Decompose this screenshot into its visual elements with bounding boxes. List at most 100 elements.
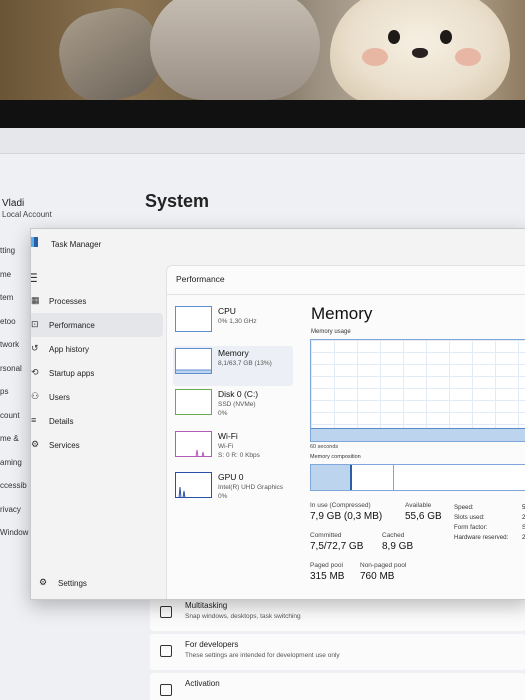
settings-gear-icon: ⚙: [39, 577, 48, 587]
monitor-bezel: [0, 100, 525, 130]
hamburger-menu-icon[interactable]: ☰: [31, 271, 38, 285]
nav-label: App history: [49, 345, 90, 354]
memory-usage-graph: [310, 339, 525, 442]
performance-panel: Performance CPU 0% 1,30 GHz Memory 8,1/6…: [166, 265, 525, 599]
nav-users[interactable]: ⚇ Users: [31, 385, 163, 409]
sidebar-item[interactable]: tem: [0, 293, 30, 317]
stat-label: Available: [405, 502, 432, 509]
kv-label: Form factor:: [454, 524, 488, 531]
stat-value: 7,5/72,7 GB: [310, 541, 364, 552]
sidebar-item[interactable]: me &: [0, 434, 30, 458]
resource-disk[interactable]: Disk 0 (C:) SSD (NVMe) 0%: [173, 387, 293, 427]
sidebar-item[interactable]: etoo: [0, 317, 30, 341]
processes-icon: ▦: [31, 295, 40, 305]
row-title: Activation: [185, 679, 220, 688]
row-title: For developers: [185, 640, 239, 649]
resource-detail: 0%: [218, 410, 228, 417]
page-title: System: [145, 191, 210, 211]
gpu-thumbnail-graph: [175, 472, 212, 498]
stat-cached: Cached 8,9 GB: [382, 532, 413, 552]
memory-usage-fill: [311, 427, 525, 441]
memory-header: Memory: [311, 304, 373, 323]
sidebar-item[interactable]: ps: [0, 387, 30, 411]
resource-name: CPU: [218, 306, 236, 316]
user-name: Vladi: [2, 198, 25, 209]
sidebar-item[interactable]: tting: [0, 246, 30, 270]
stat-available: Available 55,6 GB: [405, 502, 442, 522]
stat-value: 7,9 GB (0,3 MB): [310, 511, 383, 522]
resource-cpu[interactable]: CPU 0% 1,30 GHz: [173, 304, 293, 344]
composition-divider: [393, 465, 395, 490]
kv-form-factor: Form factor:S: [454, 524, 525, 531]
settings-row-developers[interactable]: For developers These settings are intend…: [150, 634, 525, 670]
title-bar[interactable]: Task Manager: [31, 229, 525, 259]
stat-label: In use (Compressed): [310, 502, 371, 509]
memory-usage-label: Memory usage: [311, 329, 351, 335]
panel-title: Performance: [176, 274, 225, 284]
nav-services[interactable]: ⚙ Services: [31, 433, 163, 457]
stat-in-use: In use (Compressed) 7,9 GB (0,3 MB): [310, 502, 382, 522]
kv-label: Hardware reserved:: [454, 534, 509, 541]
row-description: These settings are intended for developm…: [185, 652, 340, 659]
nav-startup-apps[interactable]: ⟲ Startup apps: [31, 361, 163, 385]
composition-in-use: [311, 465, 353, 490]
sidebar-item[interactable]: ccessib: [0, 481, 30, 505]
plush-cheek: [455, 48, 481, 66]
resource-memory[interactable]: Memory 8,1/63,7 GB (13%): [173, 345, 293, 386]
settings-row-multitasking[interactable]: Multitasking Snap windows, desktops, tas…: [150, 595, 525, 631]
stat-value: 8,9 GB: [382, 541, 414, 552]
sidebar-item[interactable]: rsonal: [0, 364, 30, 388]
sidebar-item[interactable]: aming: [0, 458, 30, 482]
details-icon: ≡: [31, 415, 37, 425]
kv-slots: Slots used:2: [454, 514, 525, 521]
settings-row-activation[interactable]: Activation: [150, 673, 525, 700]
resource-detail: Wi-Fi: [218, 442, 234, 450]
nav-label: Performance: [49, 321, 95, 330]
sidebar-item[interactable]: me: [0, 270, 30, 294]
users-icon: ⚇: [31, 391, 40, 401]
resource-detail: 8,1/63,7 GB (13%): [218, 359, 272, 367]
stat-value: 55,6 GB: [405, 511, 442, 522]
plush-nose: [412, 48, 428, 58]
stat-label: Non-paged pool: [360, 562, 407, 569]
kv-hardware-reserved: Hardware reserved:2: [454, 534, 525, 541]
cpu-thumbnail-graph: [175, 306, 212, 332]
resource-name: Wi-Fi: [218, 430, 238, 441]
stat-label: Cached: [382, 532, 405, 539]
nav-details[interactable]: ≡ Details: [31, 409, 163, 433]
resource-detail: Intel(R) UHD Graphics: [218, 484, 284, 491]
nav-processes[interactable]: ▦ Processes: [31, 289, 163, 313]
divider: [167, 294, 525, 295]
stat-value: 315 MB: [310, 571, 345, 582]
kv-speed: Speed:5: [454, 504, 525, 511]
sidebar-item[interactable]: rivacy: [0, 505, 30, 529]
memory-thumbnail-graph: [175, 347, 212, 374]
performance-icon: ⊡: [31, 319, 39, 329]
row-title: Multitasking: [185, 601, 228, 610]
resource-gpu[interactable]: GPU 0 Intel(R) UHD Graphics 0%: [173, 470, 293, 510]
task-manager-logo-icon: [31, 237, 38, 247]
task-manager-window: Task Manager ☰ ▦ Processes ⊡ Performance…: [30, 228, 525, 600]
stat-paged-pool: Paged pool 315 MB: [310, 562, 344, 582]
resource-wifi[interactable]: Wi-Fi Wi-Fi S: 0 R: 0 Kbps: [173, 429, 293, 469]
nav-performance[interactable]: ⊡ Performance: [31, 313, 163, 337]
user-account-type: Local Account: [2, 210, 52, 219]
startup-icon: ⟲: [31, 367, 39, 377]
screen: Vladi Local Account System tting me tem …: [0, 128, 525, 700]
resource-detail: 0%: [218, 493, 228, 500]
developer-icon: [160, 645, 172, 657]
resource-detail: SSD (NVMe): [218, 401, 256, 408]
sidebar-item[interactable]: count: [0, 411, 30, 435]
time-axis-label: 60 seconds: [310, 444, 339, 450]
cushion: [150, 0, 320, 100]
sidebar-item[interactable]: Window: [0, 528, 30, 552]
stat-committed: Committed 7,5/72,7 GB: [310, 532, 363, 552]
sidebar-item[interactable]: twork: [0, 340, 30, 364]
memory-composition-bar: [310, 464, 525, 491]
task-manager-nav: ▦ Processes ⊡ Performance ↺ App history …: [31, 289, 163, 457]
stat-label: Committed: [310, 532, 342, 539]
nav-app-history[interactable]: ↺ App history: [31, 337, 163, 361]
multitasking-icon: [160, 606, 172, 618]
nav-label: Settings: [58, 579, 87, 588]
nav-label: Users: [49, 393, 70, 402]
